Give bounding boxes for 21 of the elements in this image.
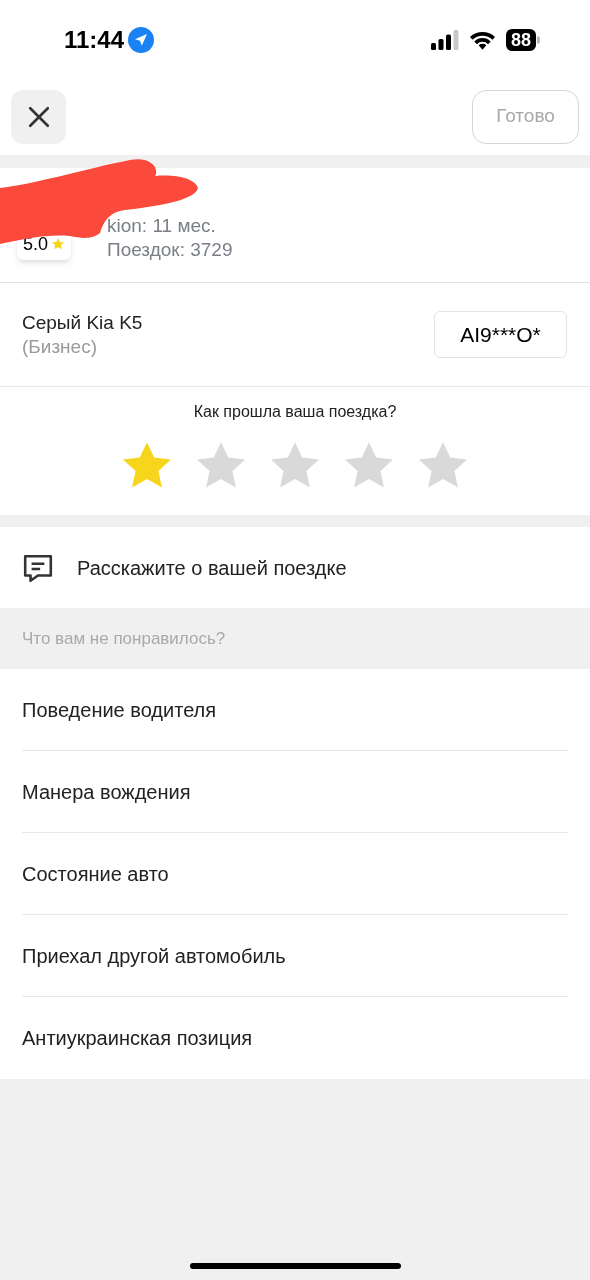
- car-class: (Бизнес): [22, 334, 98, 359]
- wifi-icon: [468, 30, 496, 50]
- close-icon: [27, 105, 50, 128]
- battery-level: 88: [505, 29, 536, 51]
- rating-question: Как прошла ваша поездка?: [193, 402, 397, 422]
- trips-count: Поездок: 3729: [107, 238, 233, 262]
- section-heading: Что вам не понравилось?: [22, 627, 226, 650]
- complaint-item[interactable]: Состояние авто: [22, 833, 568, 915]
- location-icon: [128, 27, 155, 53]
- status-time: 11:44: [64, 25, 125, 55]
- complaint-item[interactable]: Антиукраинская позиция: [22, 997, 568, 1079]
- close-button[interactable]: [11, 89, 66, 144]
- complaint-item[interactable]: Поведение водителя: [22, 669, 568, 751]
- star-icon: [51, 237, 66, 251]
- license-plate: AI9***O*: [434, 311, 567, 358]
- comment-link[interactable]: Расскажите о вашей поездке: [77, 552, 347, 583]
- car-name: Серый Kia K5: [22, 310, 143, 335]
- complaint-item[interactable]: Приехал другой автомобиль: [22, 915, 568, 997]
- experience-text: kion: 11 мес.: [107, 214, 217, 238]
- signal-icon: [430, 30, 459, 50]
- complaint-item[interactable]: Манера вождения: [22, 751, 568, 833]
